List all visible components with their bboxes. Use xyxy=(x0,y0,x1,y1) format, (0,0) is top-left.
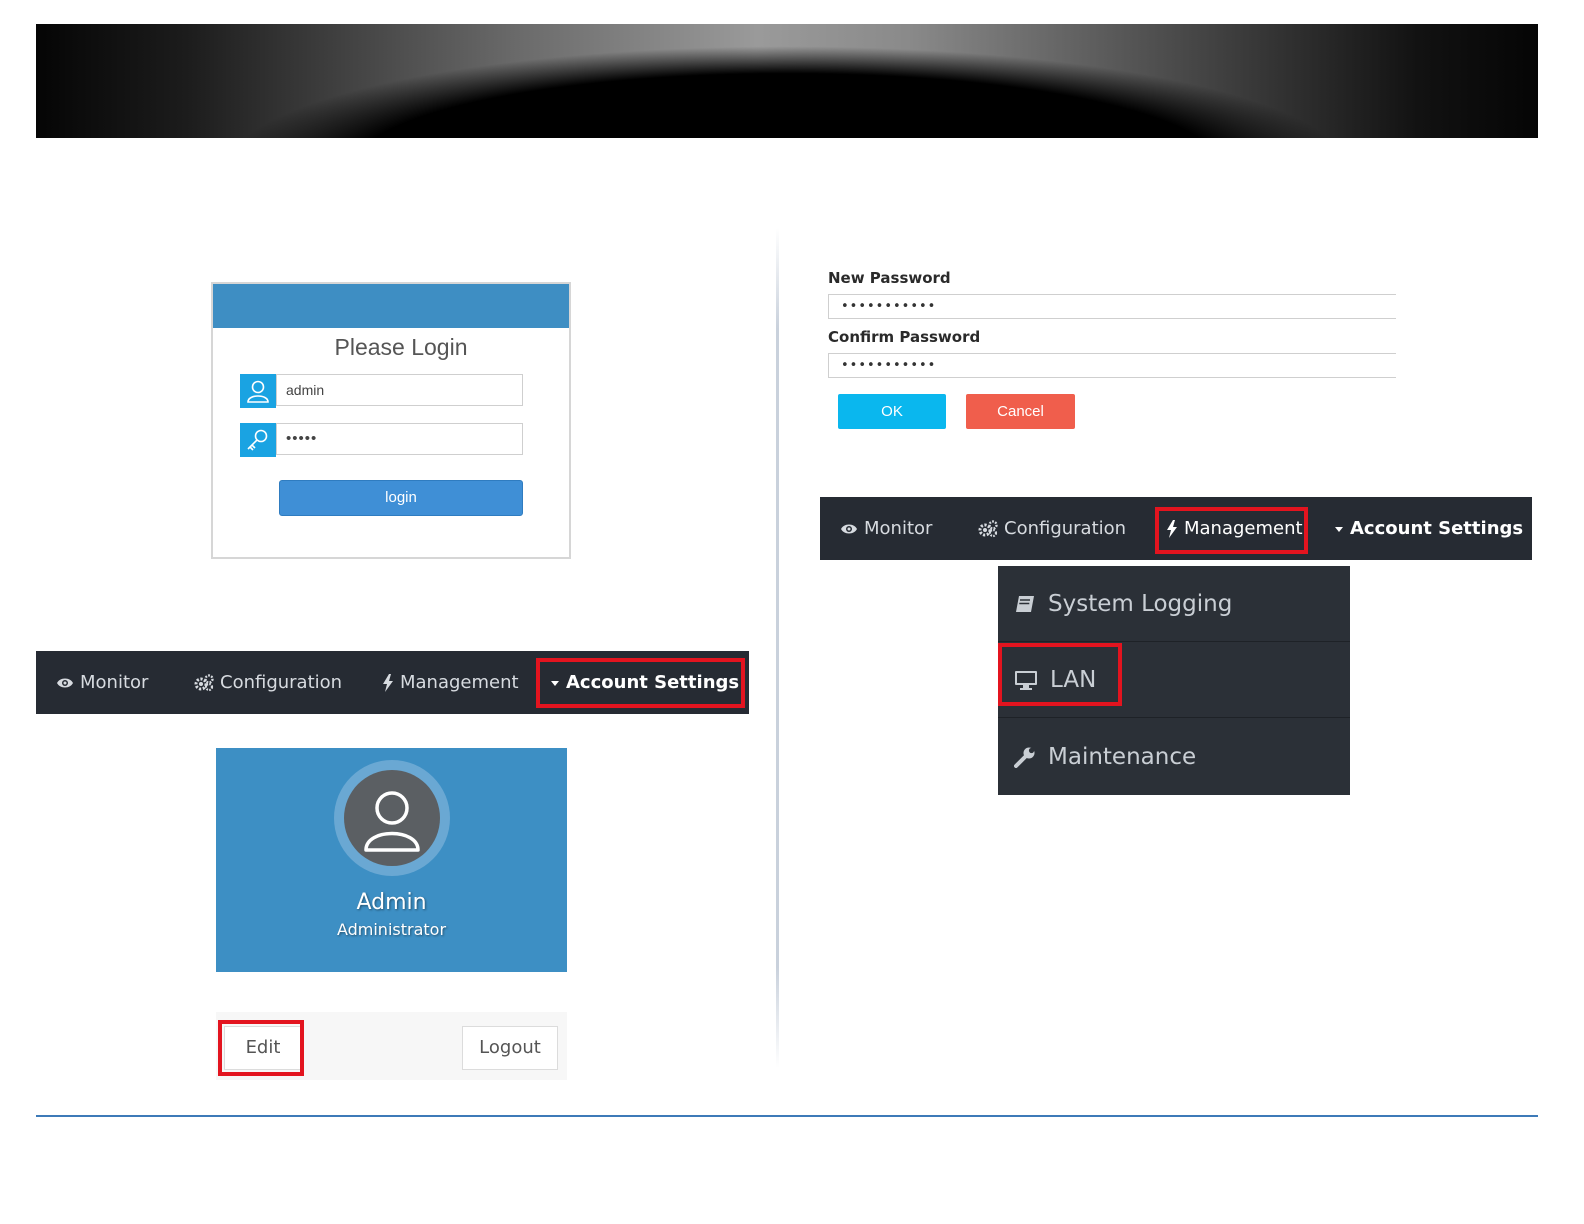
nav-item-monitor[interactable]: Monitor xyxy=(56,651,148,714)
nav-label-account-settings: Account Settings xyxy=(1350,518,1524,539)
highlight-edit xyxy=(218,1020,304,1076)
login-panel-header xyxy=(213,284,569,328)
gears-icon xyxy=(194,673,214,691)
profile-name: Admin xyxy=(356,890,427,915)
nav-item-configuration[interactable]: Configuration xyxy=(978,497,1126,560)
username-input[interactable]: admin xyxy=(276,374,523,406)
logout-button[interactable]: Logout xyxy=(462,1026,558,1070)
confirm-password-input[interactable]: ••••••••••• xyxy=(828,353,1396,378)
nav-item-monitor[interactable]: Monitor xyxy=(840,497,932,560)
nav-label-monitor: Monitor xyxy=(80,672,149,693)
highlight-management xyxy=(1155,507,1308,554)
wrench-icon xyxy=(1014,747,1035,768)
menu-item-system-logging[interactable]: System Logging xyxy=(998,566,1350,642)
profile-role: Administrator xyxy=(336,920,447,939)
nav-item-account-settings[interactable]: Account Settings xyxy=(1334,497,1523,560)
login-button[interactable]: login xyxy=(279,480,523,516)
login-title: Please Login xyxy=(334,334,468,360)
gears-icon xyxy=(978,519,998,537)
login-panel: Please Login admin ••••• login xyxy=(211,282,571,559)
menu-label-system-logging: System Logging xyxy=(1048,590,1233,617)
caret-down-icon xyxy=(1335,526,1343,532)
profile-card: Admin Administrator xyxy=(216,748,567,972)
header-banner xyxy=(36,24,1538,138)
nav-label-monitor: Monitor xyxy=(864,518,933,539)
eye-icon xyxy=(57,678,73,687)
menu-item-maintenance[interactable]: Maintenance xyxy=(998,719,1350,795)
nav-bar-left: Monitor Configuration Management Account… xyxy=(36,651,749,714)
eye-icon xyxy=(841,524,857,533)
highlight-lan xyxy=(998,643,1122,706)
nav-label-configuration: Configuration xyxy=(220,672,343,693)
new-password-label: New Password xyxy=(828,269,951,287)
password-input[interactable]: ••••• xyxy=(276,423,523,455)
avatar xyxy=(344,770,440,866)
vertical-divider xyxy=(776,228,779,1068)
nav-item-configuration[interactable]: Configuration xyxy=(194,651,342,714)
highlight-account-settings xyxy=(536,658,745,708)
new-password-input[interactable]: ••••••••••• xyxy=(828,294,1396,319)
nav-item-management[interactable]: Management xyxy=(382,651,519,714)
nav-label-management: Management xyxy=(400,672,519,693)
bolt-icon xyxy=(383,673,393,692)
key-icon xyxy=(240,423,276,457)
user-avatar-icon xyxy=(364,791,420,852)
ok-button[interactable]: OK xyxy=(838,394,946,429)
nav-label-configuration: Configuration xyxy=(1004,518,1127,539)
management-dropdown: System Logging LAN Maintenance xyxy=(998,566,1350,795)
avatar-ring xyxy=(334,760,450,876)
profile-card-footer: Edit Logout xyxy=(216,1012,567,1080)
book-icon xyxy=(1016,595,1034,612)
menu-label-maintenance: Maintenance xyxy=(1048,744,1197,770)
cancel-button[interactable]: Cancel xyxy=(966,394,1075,429)
footer-rule xyxy=(36,1115,1538,1117)
nav-bar-right: Monitor Configuration Management Account… xyxy=(820,497,1532,560)
confirm-password-label: Confirm Password xyxy=(828,328,981,346)
user-icon xyxy=(240,374,276,408)
